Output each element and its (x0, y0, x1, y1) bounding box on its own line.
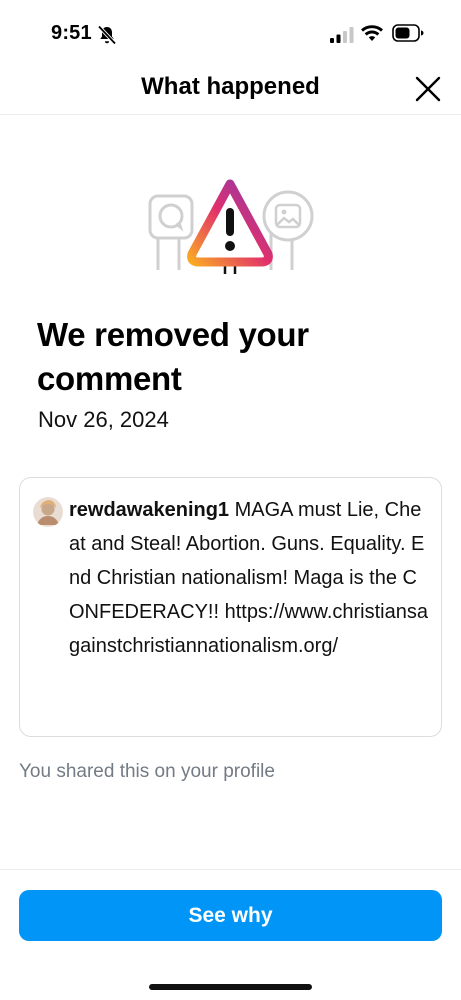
status-time: 9:51 (51, 22, 92, 44)
avatar (33, 497, 63, 527)
see-why-button[interactable]: See why (19, 890, 442, 941)
footer-divider (0, 869, 461, 870)
close-icon[interactable] (413, 74, 443, 104)
comment-text: rewdawakening1 MAGA must Lie, Cheat and … (69, 493, 431, 663)
signal-icon (330, 27, 354, 43)
comment-card: rewdawakening1 MAGA must Lie, Cheat and … (19, 477, 442, 737)
status-bar: 9:51 (0, 0, 461, 62)
bell-slash-icon (97, 25, 117, 45)
removal-date: Nov 26, 2024 (38, 407, 169, 432)
comment-bubble-icon (148, 194, 194, 270)
wifi-icon (361, 25, 383, 41)
header: What happened (0, 62, 461, 115)
warning-illustration (148, 179, 314, 274)
page-title: What happened (141, 73, 320, 100)
removal-title: We removed your comment (37, 316, 309, 397)
comment-username: rewdawakening1 (69, 499, 230, 521)
battery-icon (392, 24, 424, 42)
warning-icon (187, 179, 273, 274)
shared-note: You shared this on your profile (19, 761, 275, 782)
home-indicator[interactable] (149, 984, 312, 990)
comment-body: MAGA must Lie, Cheat and Steal! Abortion… (69, 499, 428, 657)
